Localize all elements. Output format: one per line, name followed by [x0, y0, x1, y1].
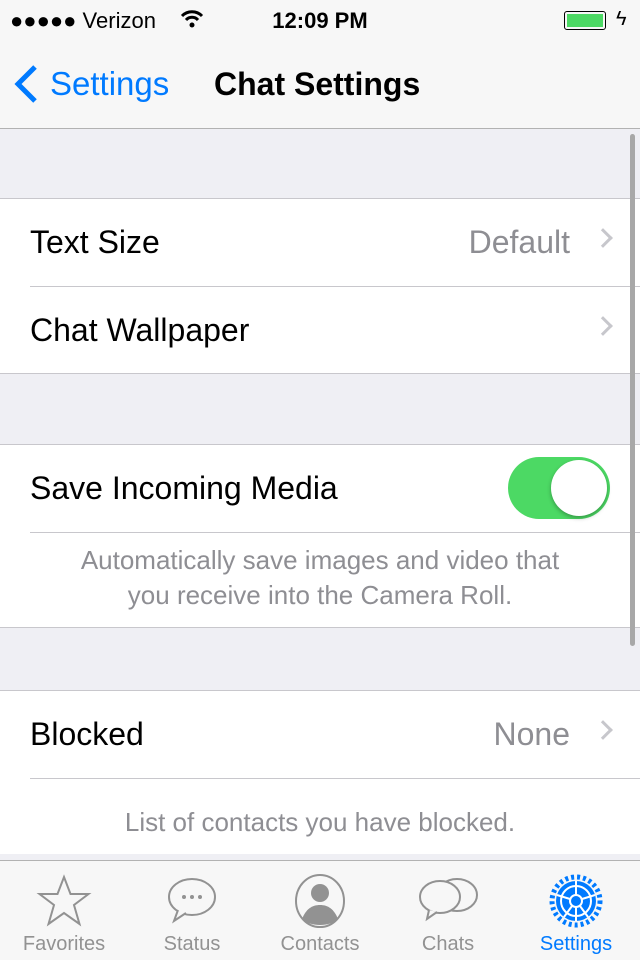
row-label: Text Size	[30, 224, 160, 260]
chevron-right-icon	[593, 720, 613, 740]
media-footer: Automatically save images and video that…	[30, 532, 640, 627]
chevron-right-icon	[593, 316, 613, 336]
blocked-footer: List of contacts you have blocked.	[30, 778, 640, 854]
chevron-right-icon	[593, 228, 613, 248]
tab-contacts[interactable]: Contacts	[256, 861, 384, 960]
footer-line: Automatically save images and video that	[80, 545, 560, 575]
text-size-row[interactable]: Text Size Default	[0, 199, 640, 286]
tab-chats[interactable]: Chats	[384, 861, 512, 960]
back-label: Settings	[50, 65, 170, 102]
chevron-left-icon	[14, 65, 37, 103]
save-media-toggle[interactable]	[508, 457, 610, 519]
media-section: Save Incoming Media Automatically save i…	[0, 444, 640, 628]
status-bar: ●●●●● Verizon 12:09 PM ϟ	[0, 0, 640, 40]
chats-icon	[419, 878, 478, 922]
speech-bubble-icon	[168, 878, 216, 924]
tab-label: Chats	[421, 933, 475, 955]
charging-icon: ϟ	[616, 8, 627, 30]
tab-favorites[interactable]: Favorites	[0, 861, 128, 960]
navigation-bar: Settings Chat Settings	[0, 40, 640, 129]
battery-icon	[564, 11, 606, 30]
back-button[interactable]: Settings	[14, 64, 169, 104]
save-incoming-media-row: Save Incoming Media	[0, 445, 640, 532]
person-icon	[295, 874, 345, 928]
scrollbar[interactable]	[630, 134, 635, 646]
tab-label: Favorites	[22, 933, 106, 955]
star-icon	[36, 874, 92, 927]
clock: 12:09 PM	[272, 8, 368, 33]
chat-wallpaper-row[interactable]: Chat Wallpaper	[30, 286, 640, 373]
tab-settings[interactable]: Settings	[512, 861, 640, 960]
blocked-value: None	[493, 716, 571, 752]
tab-label: Contacts	[280, 933, 360, 955]
tab-status[interactable]: Status	[128, 861, 256, 960]
footer-line: you receive into the Camera Roll.	[127, 580, 513, 610]
footer-text: List of contacts you have blocked.	[124, 807, 516, 837]
tab-bar: Favorites Status Contacts Chats Settings	[0, 860, 640, 960]
tab-label: Status	[163, 933, 221, 955]
page-title: Chat Settings	[214, 66, 421, 102]
row-label: Blocked	[30, 716, 144, 752]
gear-icon	[549, 874, 603, 928]
tab-label: Settings	[539, 933, 613, 955]
row-label: Save Incoming Media	[30, 470, 338, 506]
row-label: Chat Wallpaper	[30, 311, 250, 348]
blocked-section: Blocked None List of contacts you have bl…	[0, 690, 640, 854]
blocked-row[interactable]: Blocked None	[0, 691, 640, 778]
display-section: Text Size Default Chat Wallpaper	[0, 198, 640, 374]
text-size-value: Default	[468, 224, 570, 260]
